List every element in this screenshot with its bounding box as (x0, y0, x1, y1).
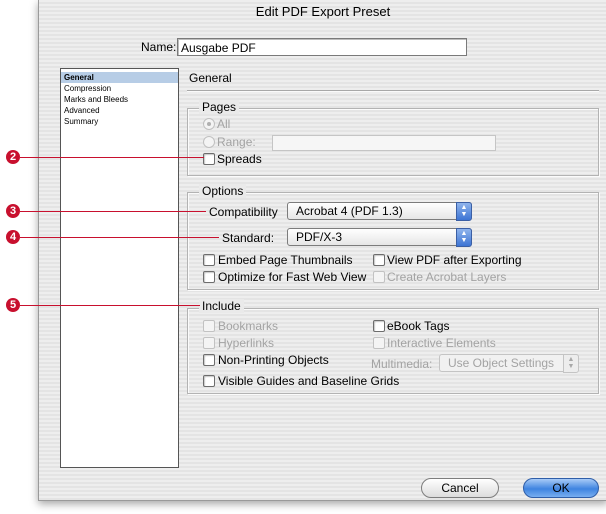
category-list: General Compression Marks and Bleeds Adv… (60, 68, 179, 468)
visible-guides-checkbox[interactable] (203, 375, 215, 387)
pages-range-label: Range: (217, 135, 256, 149)
hyperlinks-label: Hyperlinks (218, 336, 275, 350)
sidebar-item-summary[interactable]: Summary (61, 116, 178, 127)
updown-arrows-icon: ▲ ▼ (456, 202, 472, 221)
panel-title: General (189, 71, 232, 85)
non-printing-checkbox[interactable] (203, 354, 215, 366)
updown-arrows-icon: ▲ ▼ (563, 354, 579, 373)
callout-5-badge: 5 (6, 298, 20, 312)
visible-guides-label: Visible Guides and Baseline Grids (218, 374, 400, 388)
view-after-export-label: View PDF after Exporting (387, 253, 522, 267)
hyperlinks-checkbox[interactable] (203, 337, 215, 349)
callout-4-badge: 4 (6, 230, 20, 244)
updown-arrows-icon: ▲ ▼ (456, 228, 472, 247)
multimedia-value: Use Object Settings (448, 356, 555, 370)
spreads-checkbox[interactable] (203, 153, 215, 165)
optimize-web-label: Optimize for Fast Web View (218, 270, 367, 284)
non-printing-label: Non-Printing Objects (218, 353, 329, 367)
ebook-tags-label: eBook Tags (387, 319, 450, 333)
bookmarks-checkbox[interactable] (203, 320, 215, 332)
sidebar-item-marks-and-bleeds[interactable]: Marks and Bleeds (61, 94, 178, 105)
multimedia-label: Multimedia: (371, 357, 433, 371)
standard-label: Standard: (222, 231, 275, 245)
compatibility-select[interactable]: Acrobat 4 (PDF 1.3) ▲ ▼ (287, 202, 472, 221)
include-group-label: Include (199, 299, 244, 313)
callout-2-badge: 2 (6, 150, 20, 164)
multimedia-select[interactable]: Use Object Settings ▲ ▼ (439, 354, 579, 373)
callout-3-line (20, 211, 206, 212)
create-layers-label: Create Acrobat Layers (387, 270, 507, 284)
embed-thumbnails-checkbox[interactable] (203, 254, 215, 266)
sidebar-item-advanced[interactable]: Advanced (61, 105, 178, 116)
callout-2-line (20, 157, 204, 158)
ebook-tags-checkbox[interactable] (373, 320, 385, 332)
pages-all-radio[interactable] (203, 118, 215, 130)
optimize-web-checkbox[interactable] (203, 271, 215, 283)
standard-select[interactable]: PDF/X-3 ▲ ▼ (287, 228, 472, 247)
callout-5-line (20, 305, 200, 306)
bookmarks-label: Bookmarks (218, 319, 279, 333)
interactive-elements-label: Interactive Elements (387, 336, 496, 350)
ok-button[interactable]: OK (523, 478, 599, 498)
name-label: Name: (141, 40, 177, 54)
callout-3-badge: 3 (6, 204, 20, 218)
options-group-label: Options (199, 184, 247, 198)
callout-4-line (20, 237, 219, 238)
interactive-elements-checkbox[interactable] (373, 337, 385, 349)
cancel-button[interactable]: Cancel (421, 478, 499, 498)
spreads-label: Spreads (217, 152, 262, 166)
dialog-title: Edit PDF Export Preset (255, 4, 391, 19)
pages-all-label: All (217, 117, 231, 131)
pages-range-radio[interactable] (203, 136, 215, 148)
sidebar-item-general[interactable]: General (61, 72, 178, 83)
view-after-export-checkbox[interactable] (373, 254, 385, 266)
pages-group-label: Pages (199, 100, 240, 114)
compatibility-label: Compatibility (209, 205, 278, 219)
embed-thumbnails-label: Embed Page Thumbnails (218, 253, 353, 267)
create-layers-checkbox[interactable] (373, 271, 385, 283)
edit-pdf-export-preset-dialog: Edit PDF Export Preset Name: Ausgabe PDF… (38, 0, 606, 501)
pages-range-input[interactable] (272, 135, 496, 151)
compatibility-value: Acrobat 4 (PDF 1.3) (296, 204, 403, 218)
panel-divider (187, 90, 599, 92)
sidebar-item-compression[interactable]: Compression (61, 83, 178, 94)
standard-value: PDF/X-3 (296, 230, 343, 244)
name-input[interactable]: Ausgabe PDF (177, 38, 467, 56)
